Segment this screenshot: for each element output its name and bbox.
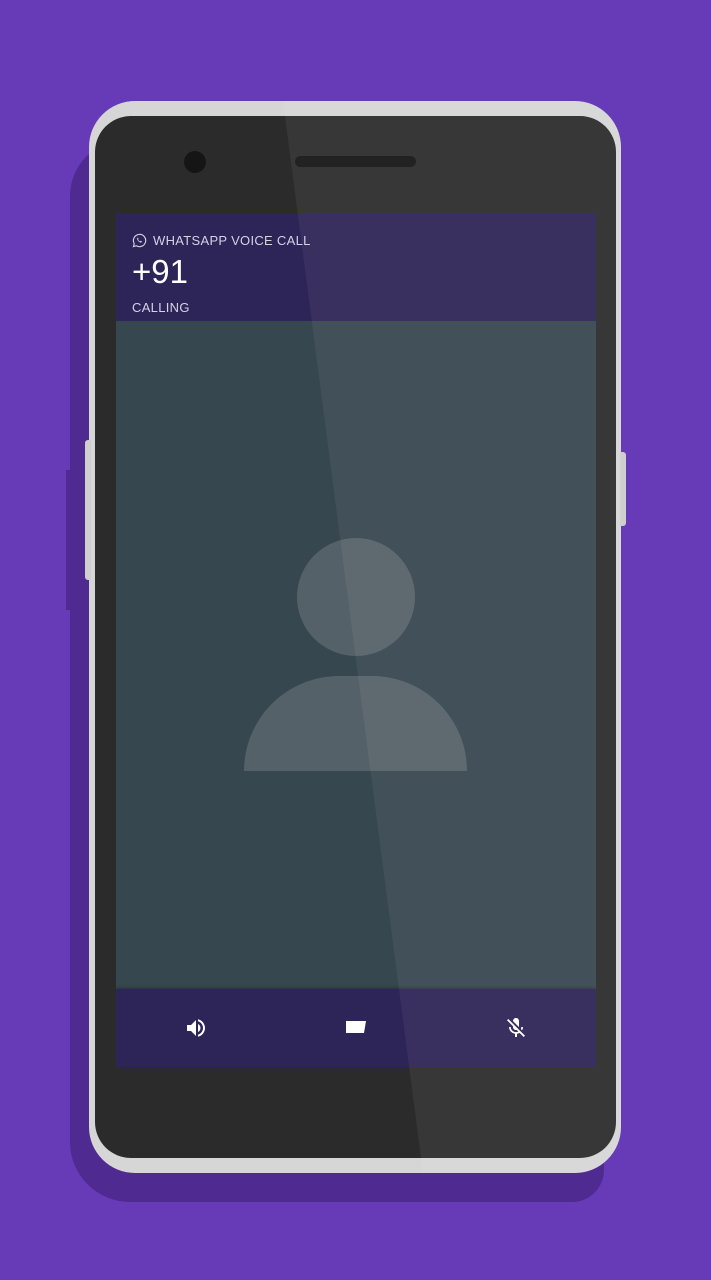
app-name: WHATSAPP VOICE CALL: [153, 232, 311, 248]
call-screen: WHATSAPP VOICE CALL +91 CALLING: [116, 213, 596, 1067]
front-camera: [184, 151, 206, 173]
speaker-button[interactable]: [181, 1013, 211, 1043]
call-header: WHATSAPP VOICE CALL +91 CALLING: [116, 213, 596, 321]
message-icon: [346, 1021, 366, 1033]
earpiece-speaker: [295, 156, 416, 167]
app-row: WHATSAPP VOICE CALL: [132, 231, 311, 249]
call-controls-bar: [116, 989, 596, 1067]
stage: WHATSAPP VOICE CALL +91 CALLING: [0, 0, 711, 1280]
whatsapp-icon: [132, 233, 147, 247]
contact-photo: [116, 321, 596, 1066]
avatar-head: [297, 538, 415, 656]
phone-side-shadow: [66, 470, 76, 610]
mute-button[interactable]: [501, 1013, 531, 1043]
call-status: CALLING: [132, 300, 190, 315]
avatar-body: [244, 676, 467, 771]
speaker-icon: [187, 1019, 205, 1037]
caller-number: +91: [132, 253, 188, 290]
mic-off-icon: [507, 1018, 525, 1037]
phone-volume-button: [85, 440, 91, 580]
message-button[interactable]: [341, 1013, 371, 1043]
phone-power-button: [620, 452, 626, 526]
